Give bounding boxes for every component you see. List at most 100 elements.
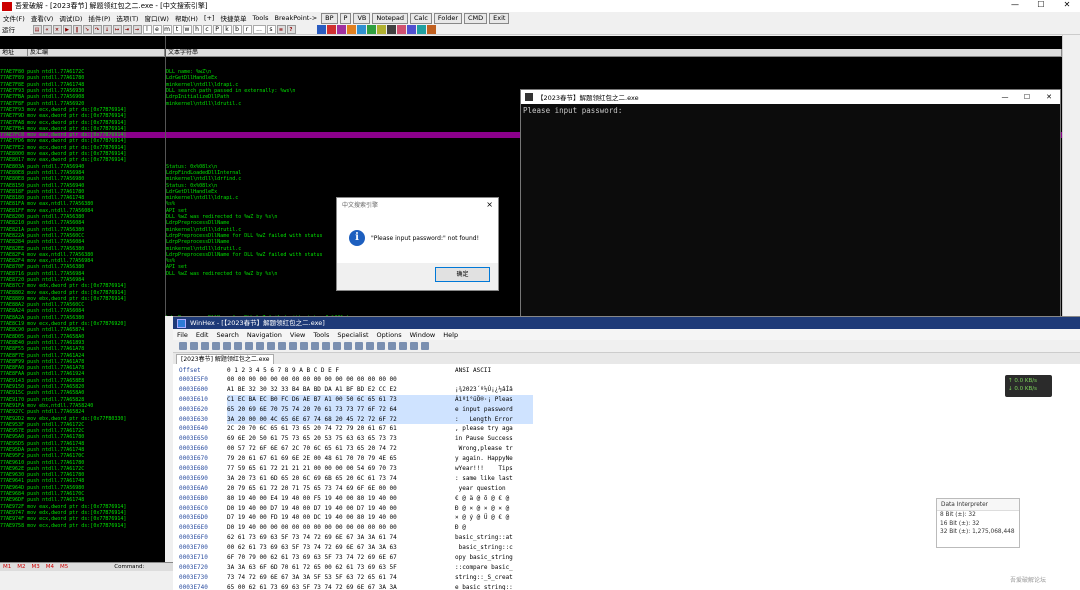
hash-icon[interactable] (398, 342, 407, 350)
winhex-menu-options[interactable]: Options (373, 331, 406, 339)
open-file-icon[interactable] (189, 342, 198, 350)
properties-icon[interactable] (222, 342, 231, 350)
hex-ascii[interactable]: e input password (451, 404, 533, 415)
strings-scrollbar[interactable] (1062, 35, 1080, 316)
hex-row[interactable]: 0003E670 79 20 61 67 61 69 6E 2E 00 48 61… (173, 454, 541, 464)
console-output[interactable]: Please input password: (521, 104, 1060, 117)
hex-bytes[interactable]: 62 61 73 69 63 5F 73 74 72 69 6E 67 3A 3… (227, 533, 451, 543)
minimize-button[interactable]: — (1002, 0, 1028, 9)
plugin-icon-9[interactable] (396, 24, 406, 34)
winhex-menu-view[interactable]: View (286, 331, 309, 339)
copy-icon[interactable] (255, 342, 264, 350)
hex-row[interactable]: 0003E630 3A 20 00 00 4C 65 6E 67 74 68 20… (173, 414, 541, 425)
calc-icon[interactable] (387, 342, 396, 350)
trace-over-icon[interactable]: ↦ (112, 24, 122, 34)
toolbar-letter-s[interactable]: s (266, 24, 276, 34)
column-address[interactable]: 地址 (0, 48, 28, 56)
hex-bytes[interactable]: 73 74 72 69 6E 67 3A 3A 5F 53 5F 63 72 6… (227, 573, 451, 583)
hex-ascii[interactable]: ¡¾2023´º½Ú¡¿½âÌâ (451, 385, 533, 395)
find-icon[interactable] (288, 342, 297, 350)
column-text-string[interactable]: 文本字符串 (166, 48, 1062, 56)
disassembly-row[interactable]: 77AE9758 mov ecx,dword ptr ds:[0x77B7691… (0, 523, 165, 529)
hex-row[interactable]: 0003E6A0 20 79 65 61 72 20 71 75 65 73 74… (173, 484, 541, 494)
hex-bytes[interactable]: 80 19 40 00 E4 19 40 00 F5 19 40 00 80 1… (227, 494, 451, 504)
hex-bytes[interactable]: D0 19 40 00 D7 19 40 00 D7 19 40 00 D7 1… (227, 504, 451, 514)
hex-bytes[interactable]: 00 62 61 73 69 63 5F 73 74 72 69 6E 67 3… (227, 543, 451, 553)
hex-bytes[interactable]: C1 EC BA EC B0 FC D6 AE B7 A1 00 50 6C 6… (227, 394, 451, 405)
toolbar-letter-more[interactable]: ... (252, 24, 266, 34)
vb-button[interactable]: VB (353, 12, 371, 24)
hex-bytes[interactable]: 00 57 72 6F 6E 67 2C 70 6C 65 61 73 65 2… (227, 444, 451, 454)
new-file-icon[interactable] (178, 342, 187, 350)
hex-row[interactable]: 0003E600 A1 BE 32 30 32 33 B4 BA BD DA A1… (173, 385, 541, 395)
hex-bytes[interactable]: 20 79 65 61 72 20 71 75 65 73 74 69 6F 6… (227, 484, 451, 494)
list-icon[interactable]: ≡ (276, 24, 286, 34)
hex-row[interactable]: 0003E5F0 00 00 00 00 00 00 00 00 00 00 00… (173, 375, 541, 385)
winhex-menu-tools[interactable]: Tools (309, 331, 333, 339)
menu-options[interactable]: 选项(T) (113, 13, 141, 23)
toolbar-letter-e[interactable]: e (152, 24, 162, 34)
menu-plugin[interactable]: 插件(P) (85, 13, 113, 23)
paste-write-icon[interactable] (277, 342, 286, 350)
hex-row[interactable]: 0003E6E0 D0 19 40 00 00 00 00 00 00 00 00… (173, 523, 541, 533)
hex-ascii[interactable]: : same like last (451, 474, 533, 484)
goto-icon[interactable]: → (132, 24, 142, 34)
hex-row[interactable]: 0003E610 C1 EC BA EC B0 FC D6 AE B7 A1 00… (173, 394, 541, 405)
hex-bytes[interactable]: 65 00 62 61 73 69 63 5F 73 74 72 69 6E 6… (227, 583, 451, 590)
step-into-icon[interactable]: ↘ (82, 24, 92, 34)
menu-breakpoint[interactable]: BreakPoint-> (271, 14, 320, 22)
hex-row[interactable]: 0003E620 65 20 69 6E 70 75 74 20 70 61 73… (173, 404, 541, 415)
back-icon[interactable] (343, 342, 352, 350)
plugin-icon-10[interactable] (406, 24, 416, 34)
calc-button[interactable]: Calc (410, 12, 432, 24)
play-icon[interactable]: ▶ (62, 24, 72, 34)
hex-ascii[interactable]: year question (451, 484, 533, 494)
hex-row[interactable]: 0003E700 00 62 61 73 69 63 5F 73 74 72 69… (173, 543, 541, 553)
plugin-icon-5[interactable] (356, 24, 366, 34)
tool-icon[interactable] (420, 342, 429, 350)
menu-window[interactable]: 窗口(W) (141, 13, 172, 23)
execute-till-return-icon[interactable]: ⇥ (122, 24, 132, 34)
hex-ascii[interactable]: wYear!!! Tips (451, 464, 533, 474)
trace-into-icon[interactable]: ↓ (102, 24, 112, 34)
hex-ascii[interactable]: Ð @ × @ × @ × @ (451, 504, 533, 514)
undo-icon[interactable] (233, 342, 242, 350)
forward-icon[interactable] (354, 342, 363, 350)
menu-shortcut[interactable]: 快捷菜单 (217, 13, 249, 23)
hex-ascii[interactable]: basic_string::c (451, 543, 533, 553)
hex-row[interactable]: 0003E680 77 59 65 61 72 21 21 21 00 00 00… (173, 464, 541, 474)
menu-debug[interactable]: 调试(D) (56, 13, 85, 23)
rewind-icon[interactable]: « (42, 24, 52, 34)
notepad-button[interactable]: Notepad (372, 12, 408, 24)
toolbar-letter-t[interactable]: t (172, 24, 182, 34)
hex-row[interactable]: 0003E690 3A 20 73 61 6D 65 20 6C 69 6B 65… (173, 474, 541, 484)
winhex-menu-window[interactable]: Window (406, 331, 440, 339)
print-icon[interactable] (211, 342, 220, 350)
hex-bytes[interactable]: A1 BE 32 30 32 33 B4 BA BD DA A1 BF BD E… (227, 385, 451, 395)
menu-plus[interactable]: [+] (201, 14, 218, 22)
find-next-icon[interactable] (321, 342, 330, 350)
hex-ascii[interactable]: in Pause Success (451, 434, 533, 444)
toolbar-letter-c[interactable]: c (202, 24, 212, 34)
hex-row[interactable]: 0003E650 69 6E 20 50 61 75 73 65 20 53 75… (173, 434, 541, 444)
winhex-menu-help[interactable]: Help (439, 331, 462, 339)
hex-row[interactable]: 0003E720 3A 3A 63 6F 6D 70 61 72 65 00 62… (173, 563, 541, 573)
plugin-icon-7[interactable] (376, 24, 386, 34)
plugin-icon-2[interactable] (326, 24, 336, 34)
hex-row[interactable]: 0003E740 65 00 62 61 73 69 63 5F 73 74 72… (173, 583, 541, 590)
hex-ascii[interactable]: ::compare basic_ (451, 563, 533, 573)
hex-row[interactable]: 0003E660 00 57 72 6F 6E 67 2C 70 6C 65 61… (173, 444, 541, 454)
open-icon[interactable]: ▤ (32, 24, 42, 34)
toolbar-letter-h[interactable]: h (192, 24, 202, 34)
save-icon[interactable] (200, 342, 209, 350)
hex-ascii[interactable]: e basic_string:: (451, 583, 533, 590)
menu-file[interactable]: 文件(F) (0, 13, 28, 23)
grid-icon[interactable] (409, 342, 418, 350)
hex-row[interactable]: 0003E710 6F 70 79 00 62 61 73 69 63 5F 73… (173, 553, 541, 563)
winhex-menu-edit[interactable]: Edit (192, 331, 213, 339)
cmd-button[interactable]: CMD (464, 12, 488, 24)
plugin-icon-1[interactable] (316, 24, 326, 34)
tab-m5[interactable]: M5 (57, 563, 71, 571)
bp-button[interactable]: BP (321, 12, 338, 24)
hex-bytes[interactable]: 79 20 61 67 61 69 6E 2E 00 48 61 70 70 7… (227, 454, 451, 464)
